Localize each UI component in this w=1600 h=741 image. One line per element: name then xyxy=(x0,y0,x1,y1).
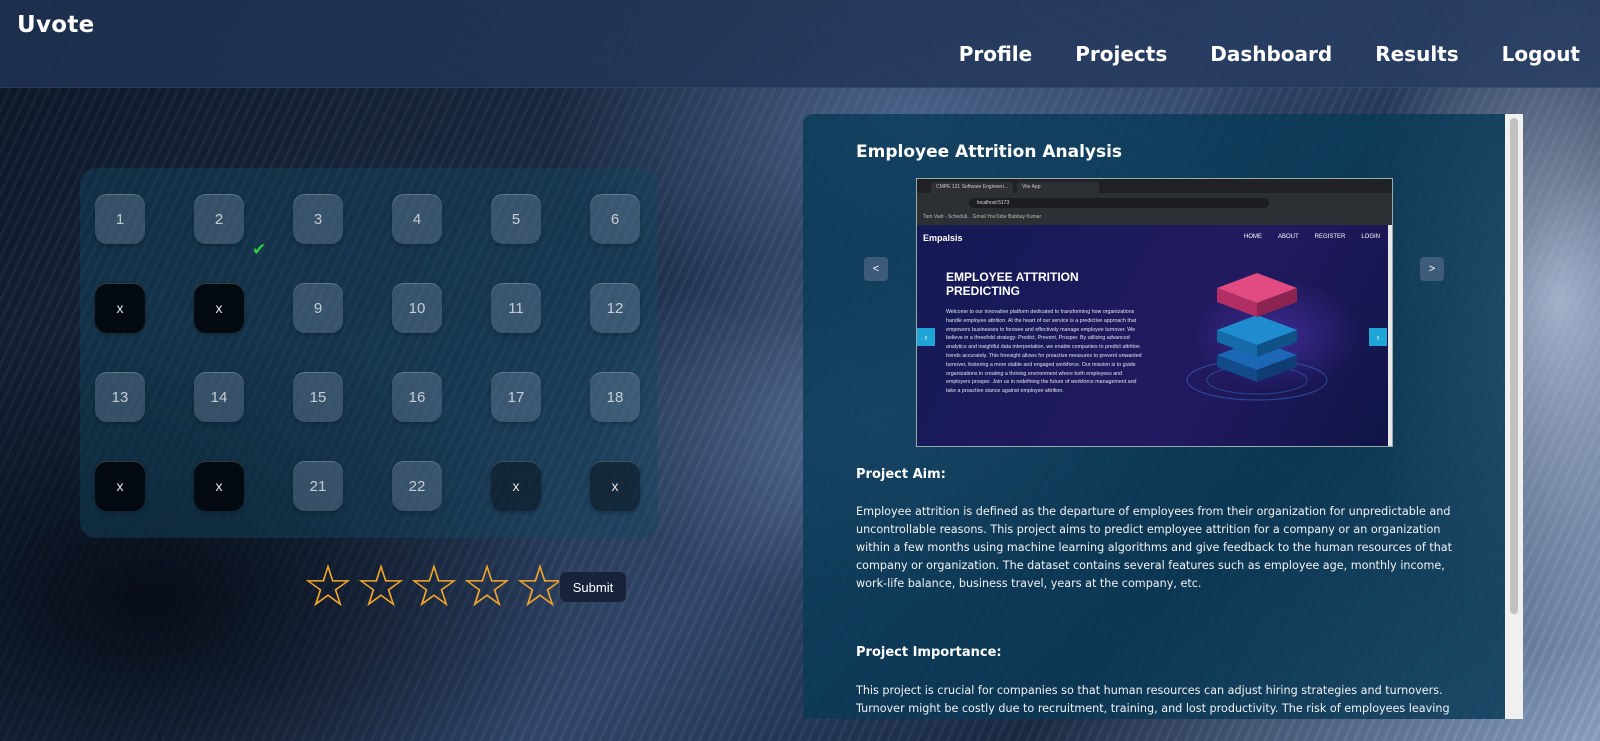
closed-project-cell: x xyxy=(194,461,244,511)
nav-projects[interactable]: Projects xyxy=(1075,42,1167,66)
closed-project-cell: x xyxy=(95,461,145,511)
project-cell[interactable]: 3 xyxy=(293,194,343,244)
preview-site-brand: Empalsis xyxy=(923,233,963,243)
preview-site: Empalsis HOME ABOUT REGISTER LOGIN EMPLO… xyxy=(917,225,1392,446)
project-cell[interactable]: 1 xyxy=(95,194,145,244)
preview-nav-item: REGISTER xyxy=(1314,234,1346,240)
project-cell[interactable]: 9 xyxy=(293,283,343,333)
closed-project-cell: x xyxy=(590,461,640,511)
preview-nav-item: ABOUT xyxy=(1277,234,1299,240)
project-importance-text: This project is crucial for companies so… xyxy=(856,684,1450,715)
project-cell[interactable]: 11 xyxy=(491,283,541,333)
browser-tab: CMPE 131 Software Engineeri... xyxy=(931,182,1013,193)
project-cell[interactable]: 12 xyxy=(590,283,640,333)
browser-tab: Vite App xyxy=(1017,182,1099,193)
detail-scroll-thumb[interactable] xyxy=(1510,118,1518,614)
star-icon[interactable]: ☆ xyxy=(408,558,460,616)
project-title: Employee Attrition Analysis xyxy=(856,142,1123,162)
closed-project-cell: x xyxy=(194,283,244,333)
star-icon[interactable]: ☆ xyxy=(355,558,407,616)
project-cell[interactable]: 16 xyxy=(392,372,442,422)
project-cell[interactable]: 13 xyxy=(95,372,145,422)
preview-site-heading: EMPLOYEE ATTRITION PREDICTING xyxy=(946,270,1079,298)
carousel-prev-button[interactable]: < xyxy=(864,257,888,281)
project-grid-panel: 1 2 3 4 5 6 x x 9 10 11 12 13 14 15 16 17 18 x x 21 22 x x xyxy=(80,168,658,538)
submit-rating-button[interactable]: Submit xyxy=(559,571,627,603)
project-cell[interactable]: 17 xyxy=(491,372,541,422)
project-detail-panel: Employee Attrition Analysis < > CMPE 131… xyxy=(803,114,1523,719)
project-cell[interactable]: 18 xyxy=(590,372,640,422)
project-cell[interactable]: 21 xyxy=(293,461,343,511)
project-importance-heading: Project Importance: xyxy=(856,645,1002,660)
preview-scrollbar xyxy=(1388,225,1392,446)
browser-bookmarks: Tam Vadi - Scheduli... Gmail YouTube Bub… xyxy=(923,214,1042,220)
preview-site-text: Welcome to our innovative platform dedic… xyxy=(946,309,1142,395)
browser-url: localhost:5173 xyxy=(969,198,1269,208)
preview-site-prev-icon: ‹ xyxy=(917,328,935,346)
closed-project-cell: x xyxy=(491,461,541,511)
voted-check-icon: ✔ xyxy=(252,240,267,259)
project-cell[interactable]: 15 xyxy=(293,372,343,422)
preview-nav-item: LOGIN xyxy=(1361,234,1380,240)
server-stack-illustration xyxy=(1186,273,1328,401)
project-aim-text: Employee attrition is defined as the dep… xyxy=(856,505,1453,590)
project-cell[interactable]: 14 xyxy=(194,372,244,422)
preview-nav-item: HOME xyxy=(1243,234,1262,240)
preview-site-nav: HOME ABOUT REGISTER LOGIN xyxy=(1244,234,1380,240)
project-cell[interactable]: 22 xyxy=(392,461,442,511)
project-aim-heading: Project Aim: xyxy=(856,467,946,482)
star-icon[interactable]: ☆ xyxy=(514,558,566,616)
top-header: Uvote Profile Projects Dashboard Results… xyxy=(0,0,1600,88)
carousel-next-button[interactable]: > xyxy=(1420,257,1444,281)
project-cell[interactable]: 10 xyxy=(392,283,442,333)
nav-results[interactable]: Results xyxy=(1375,42,1458,66)
preview-site-next-icon: › xyxy=(1369,328,1387,346)
star-icon[interactable]: ☆ xyxy=(302,558,354,616)
project-cell[interactable]: 4 xyxy=(392,194,442,244)
project-cell[interactable]: 5 xyxy=(491,194,541,244)
app-logo[interactable]: Uvote xyxy=(17,12,95,38)
star-icon[interactable]: ☆ xyxy=(461,558,513,616)
star-rating: ☆ ☆ ☆ ☆ ☆ xyxy=(302,558,566,616)
closed-project-cell: x xyxy=(95,283,145,333)
main-nav: Profile Projects Dashboard Results Logou… xyxy=(959,42,1580,66)
browser-chrome: CMPE 131 Software Engineeri... Vite App … xyxy=(917,179,1392,225)
project-cell[interactable]: 6 xyxy=(590,194,640,244)
nav-logout[interactable]: Logout xyxy=(1502,42,1580,66)
project-preview-image: CMPE 131 Software Engineeri... Vite App … xyxy=(916,178,1393,447)
project-cell[interactable]: 2 xyxy=(194,194,244,244)
nav-dashboard[interactable]: Dashboard xyxy=(1210,42,1332,66)
nav-profile[interactable]: Profile xyxy=(959,42,1033,66)
